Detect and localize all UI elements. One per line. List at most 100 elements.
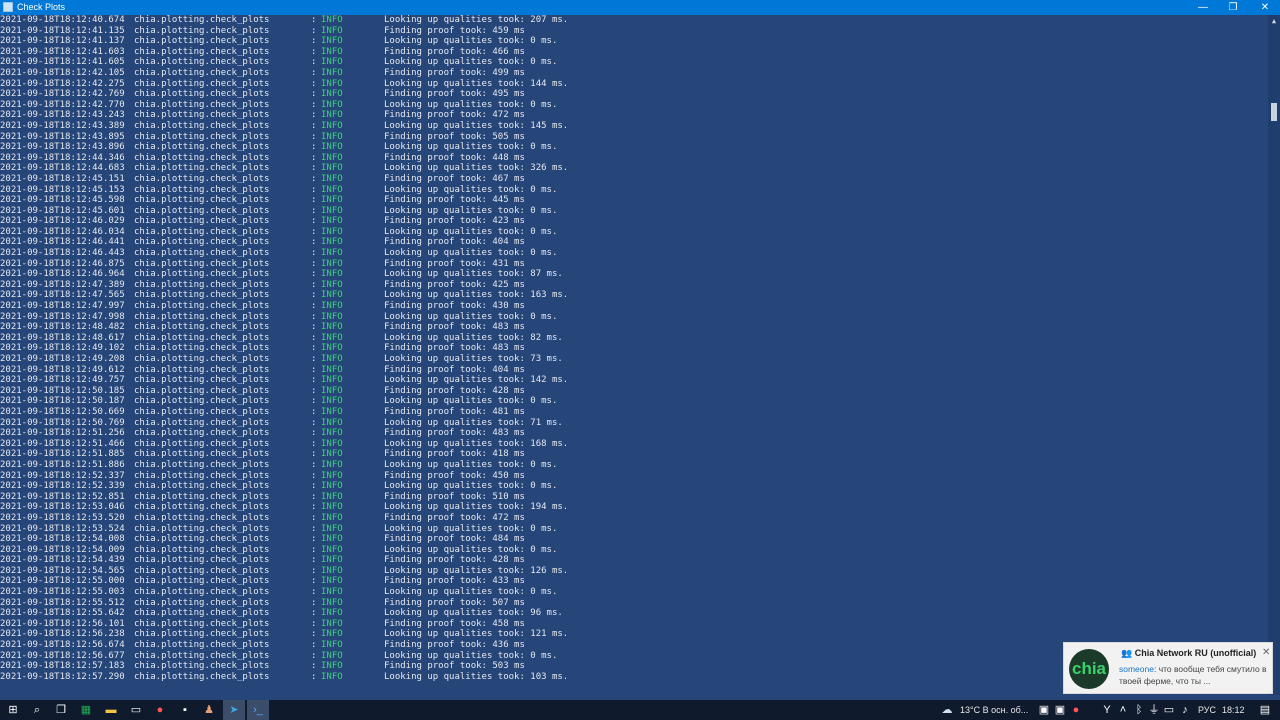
log-separator: : <box>311 46 317 57</box>
log-line: 2021-09-18T18:12:49.208 chia.plotting.che… <box>0 354 1268 365</box>
log-level: INFO <box>321 597 343 608</box>
log-message: Looking up qualities took: 207 ms. <box>384 15 569 25</box>
clock[interactable]: 18:12 <box>1222 704 1245 716</box>
log-level: INFO <box>321 481 343 492</box>
log-line: 2021-09-18T18:12:46.964 chia.plotting.che… <box>0 269 1268 280</box>
log-timestamp: 2021-09-18T18:12:47.565 <box>0 290 125 301</box>
log-module: chia.plotting.check_plots <box>134 565 270 576</box>
log-module: chia.plotting.check_plots <box>134 57 270 68</box>
telegram-icon[interactable]: ➤ <box>227 703 241 717</box>
file-explorer-icon[interactable]: ▬ <box>104 703 118 717</box>
log-separator: : <box>311 470 317 481</box>
terminal-icon[interactable]: ▪ <box>178 703 192 717</box>
group-icon: 👥 <box>1121 648 1133 658</box>
log-message: Looking up qualities took: 71 ms. <box>384 417 563 428</box>
log-separator: : <box>311 237 317 248</box>
log-separator: : <box>311 216 317 227</box>
close-button[interactable]: ✕ <box>1250 0 1280 15</box>
log-message: Looking up qualities took: 121 ms. <box>384 629 569 640</box>
network-icon[interactable]: ▭ <box>1162 703 1176 717</box>
log-module: chia.plotting.check_plots <box>134 343 270 354</box>
usb-icon[interactable]: ⏚ <box>1147 703 1161 717</box>
minimize-button[interactable]: — <box>1188 0 1218 15</box>
monitor-icon[interactable]: ▭ <box>129 703 143 717</box>
log-line: 2021-09-18T18:12:52.339 chia.plotting.che… <box>0 481 1268 492</box>
search-icon[interactable]: ⌕ <box>30 703 44 717</box>
notifications-icon[interactable]: ▤ <box>1258 703 1272 717</box>
powershell-icon[interactable]: ›_ <box>251 703 265 717</box>
log-timestamp: 2021-09-18T18:12:47.998 <box>0 311 125 322</box>
notification-close-icon[interactable]: ✕ <box>1262 647 1270 658</box>
log-level: INFO <box>321 343 343 354</box>
log-level: INFO <box>321 364 343 375</box>
log-message: Looking up qualities took: 194 ms. <box>384 502 569 513</box>
log-timestamp: 2021-09-18T18:12:52.851 <box>0 491 125 502</box>
log-timestamp: 2021-09-18T18:12:54.565 <box>0 565 125 576</box>
log-line: 2021-09-18T18:12:42.275 chia.plotting.che… <box>0 79 1268 90</box>
log-level: INFO <box>321 375 343 386</box>
log-separator: : <box>311 248 317 259</box>
log-separator: : <box>311 428 317 439</box>
scroll-up-icon[interactable]: ▲ <box>1270 17 1278 25</box>
log-module: chia.plotting.check_plots <box>134 438 270 449</box>
log-line: 2021-09-18T18:12:46.029 chia.plotting.che… <box>0 216 1268 227</box>
log-separator: : <box>311 438 317 449</box>
log-timestamp: 2021-09-18T18:12:44.346 <box>0 152 125 163</box>
log-module: chia.plotting.check_plots <box>134 375 270 386</box>
log-timestamp: 2021-09-18T18:12:49.612 <box>0 364 125 375</box>
log-line: 2021-09-18T18:12:46.875 chia.plotting.che… <box>0 259 1268 270</box>
log-module: chia.plotting.check_plots <box>134 279 270 290</box>
tray-yandex-icon[interactable]: Y <box>1100 703 1114 717</box>
windows-logo-icon[interactable]: ⊞ <box>6 703 20 717</box>
toast-notification[interactable]: chia 👥 Chia Network RU (unofficial) some… <box>1063 642 1273 694</box>
notification-body: someone: что вообще тебя смутило в твоей… <box>1119 663 1269 687</box>
log-line: 2021-09-18T18:12:41.135 chia.plotting.che… <box>0 26 1268 37</box>
yandex-browser-icon[interactable]: ● <box>153 703 167 717</box>
console-output[interactable]: 2021-09-18T18:12:40.674 chia.plotting.che… <box>0 15 1268 695</box>
tray-chevron-up-icon[interactable]: ˄ <box>1116 703 1130 717</box>
log-message: Finding proof took: 503 ms <box>384 661 525 672</box>
log-timestamp: 2021-09-18T18:12:41.603 <box>0 46 125 57</box>
log-module: chia.plotting.check_plots <box>134 89 270 100</box>
log-line: 2021-09-18T18:12:42.105 chia.plotting.che… <box>0 68 1268 79</box>
log-separator: : <box>311 301 317 312</box>
excel-icon[interactable]: ▦ <box>79 703 93 717</box>
log-separator: : <box>311 89 317 100</box>
language-indicator[interactable]: РУС <box>1198 704 1216 716</box>
log-line: 2021-09-18T18:12:45.153 chia.plotting.che… <box>0 185 1268 196</box>
restore-button[interactable]: ❐ <box>1218 0 1248 15</box>
log-message: Looking up qualities took: 87 ms. <box>384 269 563 280</box>
task-view-icon[interactable]: ❐ <box>54 703 68 717</box>
log-module: chia.plotting.check_plots <box>134 142 270 153</box>
log-level: INFO <box>321 120 343 131</box>
scrollbar-thumb[interactable] <box>1271 103 1277 121</box>
log-module: chia.plotting.check_plots <box>134 269 270 280</box>
log-timestamp: 2021-09-18T18:12:46.029 <box>0 216 125 227</box>
log-separator: : <box>311 671 317 682</box>
weather-icon[interactable]: ☁ <box>940 703 954 717</box>
window-titlebar[interactable]: Check Plots — ❐ ✕ <box>0 0 1280 15</box>
log-separator: : <box>311 555 317 566</box>
log-separator: : <box>311 343 317 354</box>
log-timestamp: 2021-09-18T18:12:46.964 <box>0 269 125 280</box>
log-level: INFO <box>321 311 343 322</box>
tray-app-icon-2[interactable]: ▣ <box>1053 703 1067 717</box>
log-level: INFO <box>321 46 343 57</box>
console-scrollbar[interactable]: ▲ <box>1268 15 1280 695</box>
log-level: INFO <box>321 650 343 661</box>
bluetooth-icon[interactable]: ᛒ <box>1132 703 1146 717</box>
log-line: 2021-09-18T18:12:53.524 chia.plotting.che… <box>0 524 1268 535</box>
log-timestamp: 2021-09-18T18:12:46.443 <box>0 248 125 259</box>
log-module: chia.plotting.check_plots <box>134 449 270 460</box>
log-separator: : <box>311 163 317 174</box>
log-timestamp: 2021-09-18T18:12:55.642 <box>0 608 125 619</box>
log-module: chia.plotting.check_plots <box>134 15 270 25</box>
weather-text[interactable]: 13°C В осн. об... <box>960 704 1028 716</box>
tray-app-icon[interactable]: ▣ <box>1037 703 1051 717</box>
volume-icon[interactable]: ♪ <box>1178 703 1192 717</box>
log-level: INFO <box>321 671 343 682</box>
console-app-icon <box>3 2 13 12</box>
user-app-icon[interactable]: ♟ <box>202 703 216 717</box>
log-separator: : <box>311 534 317 545</box>
tray-browser-icon[interactable]: ● <box>1069 703 1083 717</box>
